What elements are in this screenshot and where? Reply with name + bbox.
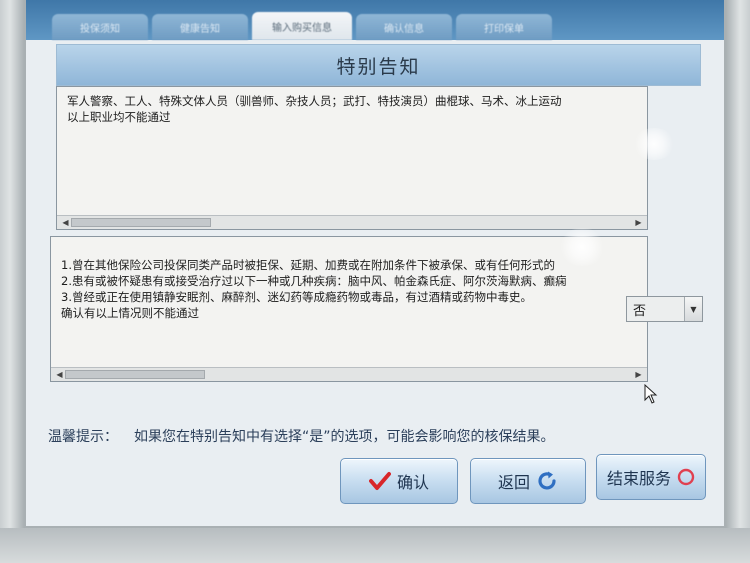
tab-step-1: 投保须知 <box>52 14 148 40</box>
health-notice-line: 1.曾在其他保险公司投保同类产品时被拒保、延期、加费或在附加条件下被承保、或有任… <box>61 258 555 272</box>
hint-label: 温馨提示： <box>48 429 118 445</box>
health-notice-panel: 1.曾在其他保险公司投保同类产品时被拒保、延期、加费或在附加条件下被承保、或有任… <box>50 236 648 382</box>
chevron-down-icon[interactable]: ▼ <box>684 297 702 321</box>
mouse-cursor-icon <box>644 384 658 404</box>
scroll-right-arrow[interactable]: ▶ <box>633 369 644 380</box>
scroll-thumb[interactable] <box>71 218 211 227</box>
occupation-notice-text: 军人警察、工人、特殊文体人员（驯兽师、杂技人员；武打、特技演员）曲棍球、马术、冰… <box>67 93 637 125</box>
occupation-notice-panel: 军人警察、工人、特殊文体人员（驯兽师、杂技人员；武打、特技演员）曲棍球、马术、冰… <box>56 86 648 230</box>
answer-select[interactable]: 否 ▼ <box>626 296 703 322</box>
answer-select-value: 否 <box>633 303 647 319</box>
occupation-notice-line: 以上职业均不能通过 <box>67 110 171 124</box>
health-scrollbar[interactable]: ◀ ▶ <box>51 367 647 381</box>
back-button[interactable]: 返回 <box>470 458 586 504</box>
warm-hint: 温馨提示： 如果您在特别告知中有选择“是”的选项，可能会影响您的核保结果。 <box>48 426 708 446</box>
title-bar: 特别告知 <box>56 44 701 86</box>
tab-step-5: 打印保单 <box>456 14 552 40</box>
tab-step-4: 确认信息 <box>356 14 452 40</box>
scroll-left-arrow[interactable]: ◀ <box>54 369 65 380</box>
tab-step-3-active: 输入购买信息 <box>252 12 352 40</box>
hint-text: 如果您在特别告知中有选择“是”的选项，可能会影响您的核保结果。 <box>134 429 555 445</box>
refresh-icon <box>538 471 556 490</box>
step-tabs: 投保须知 健康告知 输入购买信息 确认信息 打印保单 <box>26 0 724 40</box>
tab-step-2: 健康告知 <box>152 14 248 40</box>
occupation-scrollbar[interactable]: ◀ ▶ <box>57 215 647 229</box>
scroll-thumb[interactable] <box>65 370 205 379</box>
back-button-label: 返回 <box>497 473 530 492</box>
health-notice-line: 2.患有或被怀疑患有或接受治疗过以下一种或几种疾病：脑中风、帕金森氏症、阿尔茨海… <box>61 274 567 288</box>
power-icon <box>677 468 695 486</box>
end-service-button[interactable]: 结束服务 <box>596 454 706 500</box>
health-notice-line: 确认有以上情况则不能通过 <box>61 306 199 320</box>
confirm-button[interactable]: 确认 <box>340 458 458 504</box>
occupation-notice-line: 军人警察、工人、特殊文体人员（驯兽师、杂技人员；武打、特技演员）曲棍球、马术、冰… <box>67 94 562 108</box>
page-title: 特别告知 <box>336 55 421 78</box>
scroll-left-arrow[interactable]: ◀ <box>60 217 71 228</box>
kiosk-bezel-bottom <box>0 528 750 563</box>
kiosk-screen: 投保须知 健康告知 输入购买信息 确认信息 打印保单 特别告知 军人警察、工人、… <box>26 0 724 526</box>
scroll-right-arrow[interactable]: ▶ <box>633 217 644 228</box>
health-notice-line: 3.曾经或正在使用镇静安眠剂、麻醉剂、迷幻药等成瘾药物或毒品，有过酒精或药物中毒… <box>61 290 532 304</box>
checkmark-icon <box>368 472 391 490</box>
confirm-button-label: 确认 <box>396 473 429 492</box>
end-service-button-label: 结束服务 <box>606 469 671 488</box>
health-notice-text: 1.曾在其他保险公司投保同类产品时被拒保、延期、加费或在附加条件下被承保、或有任… <box>61 257 637 321</box>
